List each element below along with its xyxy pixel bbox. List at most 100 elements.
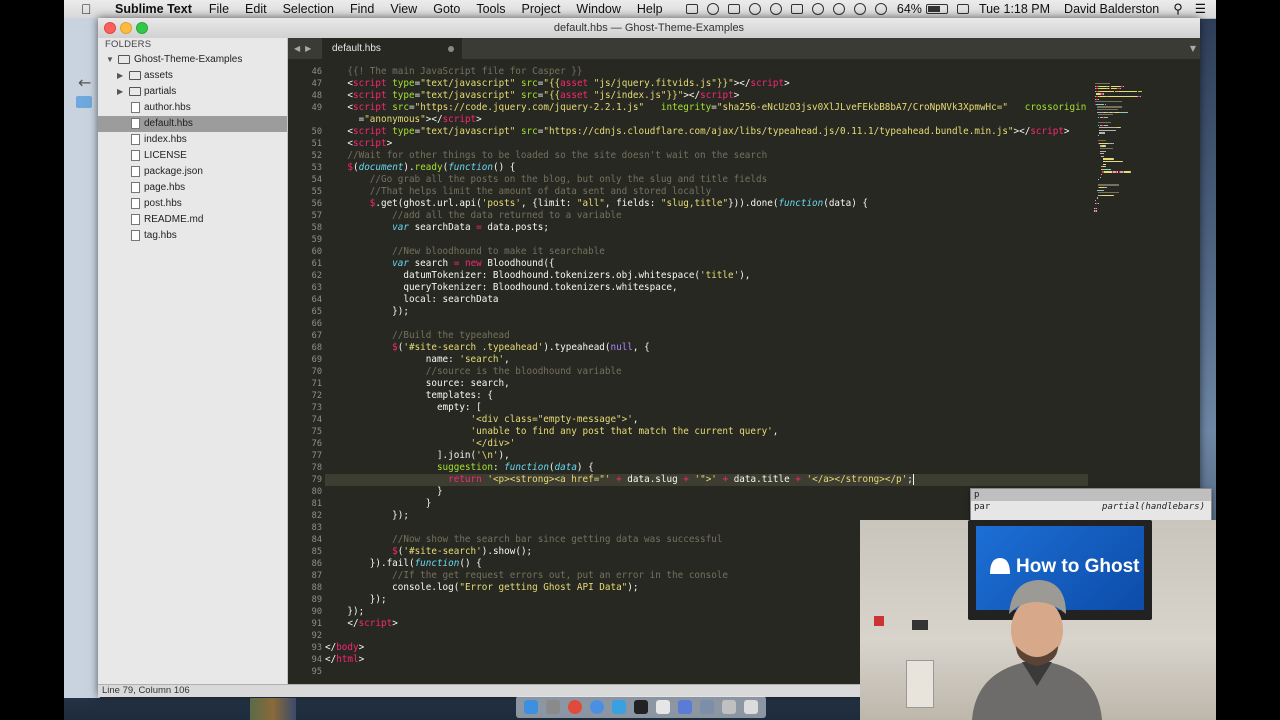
menu-selection[interactable]: Selection: [275, 0, 342, 18]
app-dock-icon[interactable]: [678, 700, 692, 714]
safari-dock-icon[interactable]: [590, 700, 604, 714]
dropbox-icon[interactable]: [811, 3, 824, 15]
window-titlebar[interactable]: default.hbs — Ghost-Theme-Examples: [98, 18, 1200, 39]
tray-window-icon[interactable]: [727, 4, 740, 14]
code-line[interactable]: datumTokenizer: Bloodhound.tokenizers.ob…: [325, 270, 1088, 282]
disclosure-closed-icon[interactable]: ▶: [117, 68, 123, 84]
wifi-icon[interactable]: [874, 3, 887, 15]
code-line[interactable]: var searchData = data.posts;: [325, 222, 1088, 234]
time-machine-icon[interactable]: [832, 3, 845, 15]
menu-goto[interactable]: Goto: [425, 0, 468, 18]
code-line-current[interactable]: return '<p><strong><a href="' + data.slu…: [325, 474, 1088, 486]
finder-dock-icon[interactable]: [524, 700, 538, 714]
sidebar-item-assets[interactable]: ▶ assets: [98, 68, 287, 84]
autocomplete-item[interactable]: p: [971, 489, 1211, 501]
minimap-mark: [1098, 129, 1117, 131]
do-not-disturb-icon[interactable]: [769, 3, 782, 15]
code-line[interactable]: local: searchData: [325, 294, 1088, 306]
code-line[interactable]: //source is the bloodhound variable: [325, 366, 1088, 378]
sidebar-item-index-hbs[interactable]: index.hbs: [98, 132, 287, 148]
code-line[interactable]: $(document).ready(function() {: [325, 162, 1088, 174]
menu-file[interactable]: File: [201, 0, 237, 18]
tray-box-icon[interactable]: [790, 4, 803, 14]
apple-menu-icon[interactable]: : [81, 0, 95, 18]
menu-edit[interactable]: Edit: [237, 0, 275, 18]
sidebar-item-default-hbs[interactable]: default.hbs: [98, 116, 287, 132]
code-line[interactable]: ="anonymous"></script>: [325, 114, 1088, 126]
menu-user[interactable]: David Balderston: [1064, 0, 1159, 18]
trash-dock-icon[interactable]: [744, 700, 758, 714]
code-line[interactable]: //Wait for other things to be loaded so …: [325, 150, 1088, 162]
code-line[interactable]: //New bloodhound to make it searchable: [325, 246, 1088, 258]
sidebar-item-author-hbs[interactable]: author.hbs: [98, 100, 287, 116]
screen-mirror-icon[interactable]: [685, 4, 698, 14]
sidebar-item-license[interactable]: LICENSE: [98, 148, 287, 164]
code-token: =: [325, 114, 365, 125]
menu-window[interactable]: Window: [568, 0, 628, 18]
tab-default-hbs[interactable]: default.hbs: [322, 38, 462, 59]
terminal-dock-icon[interactable]: [634, 700, 648, 714]
tray-app-icon[interactable]: [706, 3, 719, 15]
code-line[interactable]: suggestion: function(data) {: [325, 462, 1088, 474]
code-line[interactable]: templates: {: [325, 390, 1088, 402]
code-line[interactable]: var search = new Bloodhound({: [325, 258, 1088, 270]
sidebar-item-package-json[interactable]: package.json: [98, 164, 287, 180]
code-line[interactable]: //Go grab all the posts on the blog, but…: [325, 174, 1088, 186]
preview-dock-icon[interactable]: [700, 700, 714, 714]
autocomplete-popup[interactable]: p par partial(handlebars): [970, 488, 1212, 522]
finder-window-dock-icon[interactable]: [656, 700, 670, 714]
code-line[interactable]: [325, 318, 1088, 330]
downloads-dock-icon[interactable]: [722, 700, 736, 714]
code-line[interactable]: //That helps limit the amount of data se…: [325, 186, 1088, 198]
chrome-dock-icon[interactable]: [568, 700, 582, 714]
sidebar-root-folder[interactable]: ▼ Ghost-Theme-Examples: [98, 52, 287, 68]
code-line[interactable]: 'unable to find any post that match the …: [325, 426, 1088, 438]
code-line[interactable]: queryTokenizer: Bloodhound.tokenizers.wh…: [325, 282, 1088, 294]
menu-view[interactable]: View: [382, 0, 425, 18]
disclosure-open-icon[interactable]: ▼: [106, 52, 114, 68]
code-line[interactable]: '<div class="empty-message">',: [325, 414, 1088, 426]
code-line[interactable]: '</div>': [325, 438, 1088, 450]
code-line[interactable]: <script type="text/javascript" src="{{as…: [325, 78, 1088, 90]
code-line[interactable]: ].join('\n'),: [325, 450, 1088, 462]
menu-project[interactable]: Project: [514, 0, 569, 18]
battery-icon[interactable]: [925, 4, 948, 14]
code-line[interactable]: [325, 234, 1088, 246]
sidebar-item-readme-md[interactable]: README.md: [98, 212, 287, 228]
code-line[interactable]: <script src="https://code.jquery.com/jqu…: [325, 102, 1088, 114]
code-line[interactable]: <script type="text/javascript" src="http…: [325, 126, 1088, 138]
sidebar-item-tag-hbs[interactable]: tag.hbs: [98, 228, 287, 244]
menu-clock[interactable]: Tue 1:18 PM: [979, 0, 1050, 18]
launchpad-dock-icon[interactable]: [546, 700, 560, 714]
chrome-tray-icon[interactable]: [748, 3, 761, 15]
code-line[interactable]: {{! The main JavaScript file for Casper …: [325, 66, 1088, 78]
code-line[interactable]: name: 'search',: [325, 354, 1088, 366]
code-line[interactable]: //add all the data returned to a variabl…: [325, 210, 1088, 222]
sidebar-item-page-hbs[interactable]: page.hbs: [98, 180, 287, 196]
input-source-flag-icon[interactable]: [956, 4, 969, 14]
tab-nav-arrows-icon[interactable]: ◀▶: [294, 38, 316, 59]
code-line[interactable]: //Build the typeahead: [325, 330, 1088, 342]
spotlight-icon[interactable]: ⚲: [1173, 0, 1183, 18]
menu-help[interactable]: Help: [629, 0, 671, 18]
tab-dropdown-icon[interactable]: ▼: [1190, 38, 1196, 59]
mail-dock-icon[interactable]: [612, 700, 626, 714]
code-line[interactable]: source: search,: [325, 378, 1088, 390]
code-line[interactable]: $('#site-search .typeahead').typeahead(n…: [325, 342, 1088, 354]
code-line[interactable]: <script type="text/javascript" src="{{as…: [325, 90, 1088, 102]
code-line[interactable]: empty: [: [325, 402, 1088, 414]
bluetooth-icon[interactable]: [853, 3, 866, 15]
disclosure-closed-icon[interactable]: ▶: [117, 84, 123, 100]
tab-modified-dot-icon[interactable]: [448, 46, 454, 52]
sidebar-item-post-hbs[interactable]: post.hbs: [98, 196, 287, 212]
menu-tools[interactable]: Tools: [468, 0, 513, 18]
code-line[interactable]: $.get(ghost.url.api('posts', {limit: "al…: [325, 198, 1088, 210]
code-line[interactable]: });: [325, 306, 1088, 318]
menu-app-name[interactable]: Sublime Text: [107, 0, 201, 18]
autocomplete-item[interactable]: par partial(handlebars): [971, 501, 1211, 513]
menu-find[interactable]: Find: [342, 0, 382, 18]
sidebar-item-partials[interactable]: ▶ partials: [98, 84, 287, 100]
notification-center-icon[interactable]: ☰: [1195, 0, 1206, 18]
code-line[interactable]: <script>: [325, 138, 1088, 150]
battery-percent[interactable]: 64%: [897, 0, 922, 18]
